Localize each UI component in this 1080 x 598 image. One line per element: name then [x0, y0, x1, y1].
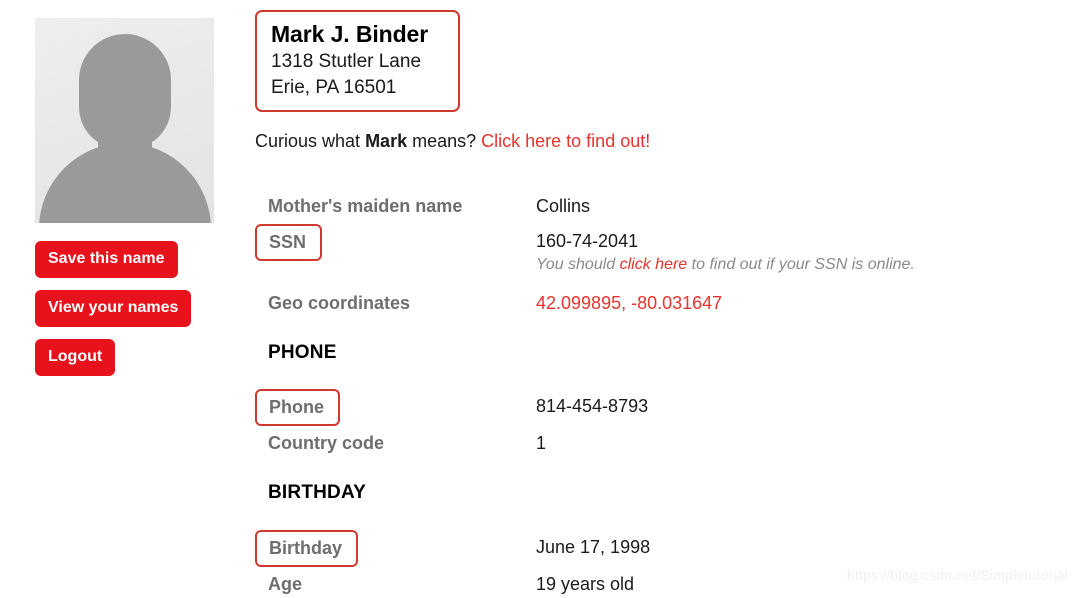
label-mothers-maiden-name: Mother's maiden name	[268, 196, 463, 216]
label-birthday: Birthday	[255, 530, 359, 568]
profile-sidebar	[35, 18, 235, 223]
value-geo-coordinates[interactable]: 42.099895, -80.031647	[536, 291, 722, 315]
view-your-names-button[interactable]: View your names	[35, 290, 192, 327]
value-phone: 814-454-8793	[536, 396, 649, 416]
ssn-note-suffix: to find out if your SSN is online.	[687, 256, 915, 273]
label-ssn: SSN	[255, 224, 323, 262]
meaning-suffix-text: means?	[407, 130, 482, 151]
field-row-phone: Phone 814-454-8793	[255, 389, 1035, 427]
label-age: Age	[268, 574, 303, 594]
label-geo-coordinates: Geo coordinates	[268, 293, 411, 313]
ssn-note-prefix: You should	[536, 256, 620, 273]
section-heading-phone: PHONE	[268, 342, 337, 363]
avatar	[35, 18, 214, 223]
ssn-online-note: You should click here to find out if you…	[536, 255, 915, 276]
field-row-country-code: Country code 1	[255, 431, 1035, 457]
value-birthday: June 17, 1998	[536, 537, 651, 557]
field-row-ssn: SSN 160-74-2041 You should click here to…	[255, 224, 1035, 273]
section-heading-birthday: BIRTHDAY	[268, 482, 367, 503]
field-row-geo-coordinates: Geo coordinates 42.099895, -80.031647	[255, 291, 1035, 317]
field-row-mothers-maiden-name: Mother's maiden name Collins	[255, 194, 1035, 220]
watermark: https://blog.csdn.net/Simpletutorial	[846, 567, 1068, 583]
meaning-name-text: Mark	[365, 130, 408, 151]
street-address: 1318 Stutler Lane	[271, 51, 422, 73]
value-mothers-maiden-name: Collins	[536, 196, 591, 216]
value-country-code: 1	[536, 433, 547, 453]
label-country-code: Country code	[268, 433, 385, 453]
name-meaning-link[interactable]: Click here to find out!	[481, 131, 650, 151]
city-state-zip: Erie, PA 16501	[271, 76, 397, 98]
avatar-body-shape	[38, 143, 211, 223]
value-ssn: 160-74-2041	[536, 231, 639, 251]
ssn-check-link[interactable]: click here	[620, 256, 688, 273]
identity-card: Mark J. Binder 1318 Stutler Lane Erie, P…	[255, 10, 460, 112]
person-name: Mark J. Binder	[271, 21, 429, 47]
label-phone: Phone	[255, 389, 341, 427]
name-meaning-line: Curious what Mark means? Click here to f…	[255, 130, 1055, 153]
field-row-birthday: Birthday June 17, 1998	[255, 530, 1035, 568]
value-age: 19 years old	[536, 574, 635, 594]
meaning-prefix-text: Curious what	[255, 130, 366, 151]
save-this-name-button[interactable]: Save this name	[35, 241, 178, 278]
profile-details-panel: Mark J. Binder 1318 Stutler Lane Erie, P…	[255, 10, 1055, 594]
logout-button[interactable]: Logout	[35, 339, 116, 376]
